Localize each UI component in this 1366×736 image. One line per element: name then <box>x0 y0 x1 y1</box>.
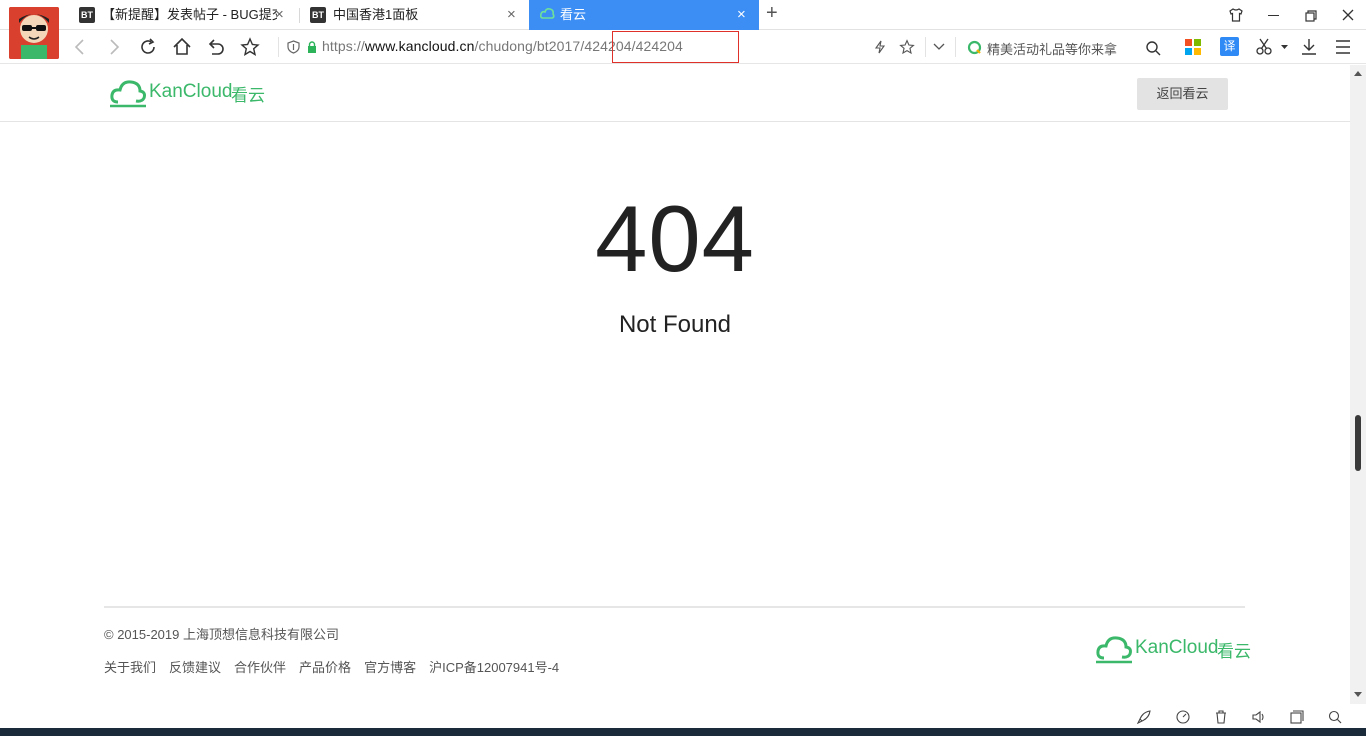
user-avatar[interactable] <box>9 7 59 59</box>
chevron-down-icon[interactable] <box>933 43 945 51</box>
footer-divider <box>104 606 1245 608</box>
shield-icon[interactable] <box>287 40 300 54</box>
cloud-logo-icon <box>1096 636 1132 664</box>
new-tab-button[interactable]: + <box>766 2 778 25</box>
logo-cn-text: 看云 <box>231 86 265 105</box>
footer-link-feedback[interactable]: 反馈建议 <box>169 660 221 675</box>
tab-bar: BT 【新提醒】发表帖子 - BUG提交 × BT 中国香港1面板 × 看云 ×… <box>0 0 1366 59</box>
home-icon[interactable] <box>172 37 192 57</box>
error-code: 404 <box>595 186 755 291</box>
search-icon[interactable] <box>1145 40 1161 56</box>
url-scheme: https:// <box>322 38 365 54</box>
speedometer-icon[interactable] <box>1176 710 1190 724</box>
scroll-up-arrow-icon[interactable] <box>1354 71 1362 76</box>
close-tab-icon[interactable]: × <box>275 0 284 30</box>
tab-divider <box>299 8 300 23</box>
footer-link-about[interactable]: 关于我们 <box>104 660 156 675</box>
tab-hk-panel[interactable]: BT 中国香港1面板 × <box>310 0 529 30</box>
kancloud-logo[interactable]: KanCloud 看云 <box>109 77 265 109</box>
dropdown-caret-icon[interactable] <box>1281 45 1288 49</box>
vertical-scrollbar[interactable] <box>1350 65 1366 704</box>
tab-bug-report[interactable]: BT 【新提醒】发表帖子 - BUG提交 × <box>79 0 299 30</box>
tab-kancloud[interactable]: 看云 × <box>529 0 759 30</box>
reload-icon[interactable] <box>138 37 158 57</box>
divider <box>278 37 279 57</box>
kancloud-favicon-icon <box>540 8 555 19</box>
bt-favicon-icon: BT <box>79 7 95 23</box>
back-arrow-icon[interactable] <box>70 37 90 57</box>
scroll-down-arrow-icon[interactable] <box>1354 692 1362 697</box>
window-icon[interactable] <box>1290 710 1304 724</box>
divider <box>925 37 926 57</box>
forward-arrow-icon[interactable] <box>104 37 124 57</box>
apps-grid-icon[interactable] <box>1185 39 1201 55</box>
status-bar <box>0 704 1366 728</box>
lock-icon <box>308 41 316 53</box>
cloud-logo-icon <box>110 80 146 108</box>
scissors-icon[interactable] <box>1256 38 1272 56</box>
divider <box>955 37 956 57</box>
lightning-icon[interactable] <box>873 40 887 54</box>
zoom-icon[interactable] <box>1328 710 1342 724</box>
scroll-thumb[interactable] <box>1355 415 1361 471</box>
footer-link-blog[interactable]: 官方博客 <box>364 660 416 675</box>
minimize-icon[interactable] <box>1268 15 1279 16</box>
menu-icon[interactable] <box>1335 40 1351 54</box>
logo-wordmark: KanCloud <box>149 81 233 102</box>
tab-title: 【新提醒】发表帖子 - BUG提交 <box>102 7 277 22</box>
url-domain: www.kancloud.cn <box>364 38 475 54</box>
footer-link-partners[interactable]: 合作伙伴 <box>234 660 286 675</box>
close-window-icon[interactable] <box>1342 9 1354 21</box>
url-path: /chudong/bt2017/ <box>474 38 585 54</box>
bookmark-star-icon[interactable] <box>240 37 260 57</box>
page-content: KanCloud 看云 返回看云 404 Not Found © 2015-20… <box>0 65 1350 704</box>
undo-close-icon[interactable] <box>206 37 226 57</box>
shirt-skin-icon[interactable] <box>1229 8 1243 22</box>
search-promo-text[interactable]: 精美活动礼品等你来拿 <box>987 39 1117 58</box>
close-tab-icon[interactable]: × <box>507 0 516 30</box>
favorite-star-icon[interactable] <box>899 39 915 55</box>
download-icon[interactable] <box>1300 38 1318 56</box>
volume-icon[interactable] <box>1252 710 1266 724</box>
search-engine-logo-icon <box>967 40 982 55</box>
footer-link-pricing[interactable]: 产品价格 <box>299 660 351 675</box>
rocket-icon[interactable] <box>1137 710 1151 724</box>
back-to-kancloud-button[interactable]: 返回看云 <box>1137 78 1228 110</box>
logo-wordmark: KanCloud <box>1135 637 1219 658</box>
bt-favicon-icon: BT <box>310 7 326 23</box>
tab-title: 中国香港1面板 <box>333 7 419 22</box>
restore-icon[interactable] <box>1305 10 1317 22</box>
footer-links: 关于我们 反馈建议 合作伙伴 产品价格 官方博客 沪ICP备12007941号-4 <box>104 657 572 676</box>
error-message: Not Found <box>618 311 732 338</box>
tab-title: 看云 <box>560 7 587 22</box>
navigation-bar: https://www.kancloud.cn/chudong/bt2017/4… <box>0 30 1366 64</box>
translate-icon[interactable]: 译 <box>1220 37 1239 56</box>
close-tab-icon[interactable]: × <box>737 0 746 30</box>
site-header: KanCloud 看云 返回看云 <box>0 65 1350 122</box>
trash-icon[interactable] <box>1214 710 1228 724</box>
footer-kancloud-logo[interactable]: KanCloud 看云 <box>1095 633 1251 665</box>
url-highlight-box <box>612 31 739 63</box>
footer-link-icp[interactable]: 沪ICP备12007941号-4 <box>429 660 559 675</box>
logo-cn-text: 看云 <box>1217 642 1251 661</box>
os-taskbar <box>0 728 1366 736</box>
copyright-text: © 2015-2019 上海顶想信息科技有限公司 <box>104 627 339 642</box>
